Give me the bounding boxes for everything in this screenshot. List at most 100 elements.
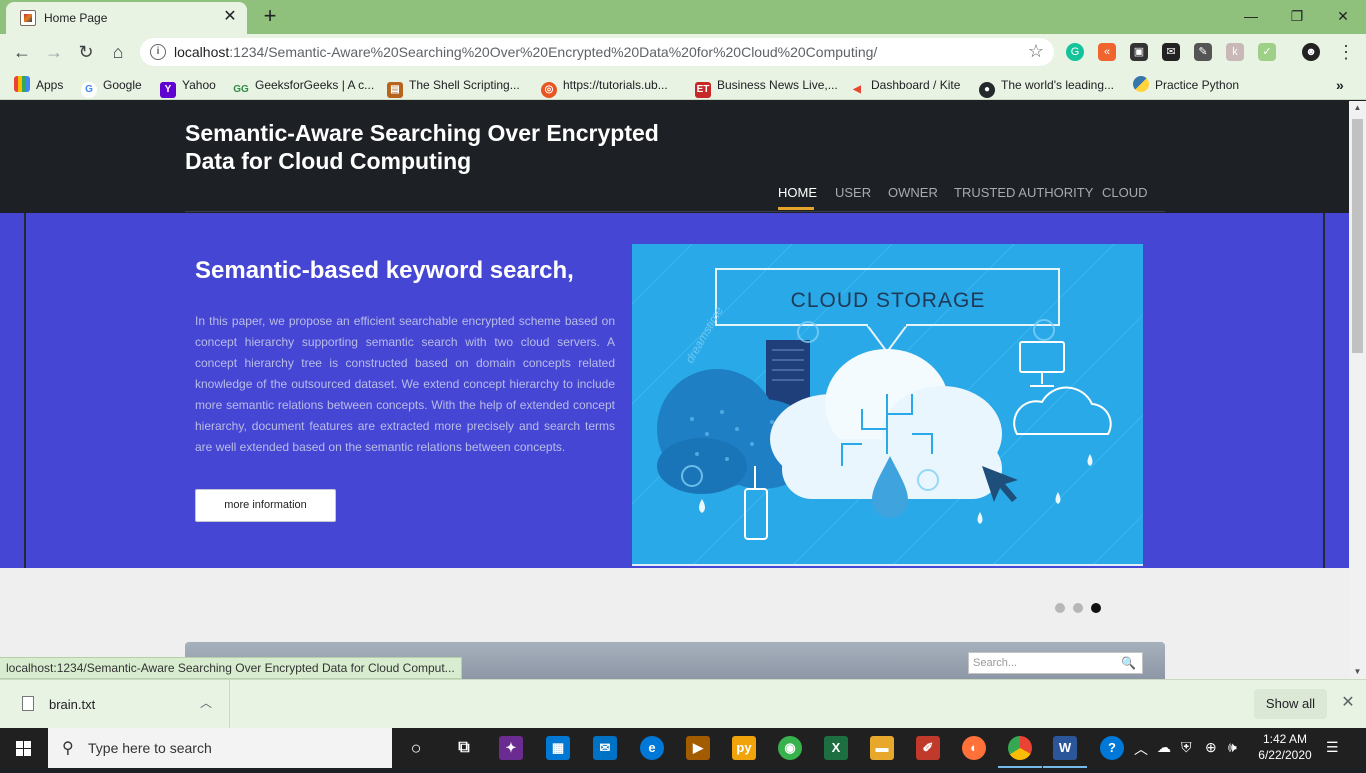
scrollbar-thumb[interactable] xyxy=(1352,119,1363,353)
windows-taskbar: ⚲ Type here to search ○ ⧉ ✦ ▦ ✉ e ▶ py ◉… xyxy=(0,728,1366,768)
google-icon: G xyxy=(81,82,97,98)
address-bar[interactable]: i localhost:1234/Semantic-Aware%20Search… xyxy=(140,38,1054,66)
mail-icon[interactable]: ✉ xyxy=(593,736,617,760)
bookmark-tutorials-ubuntu[interactable]: ◎ https://tutorials.ub... xyxy=(541,76,668,98)
hero-right-border xyxy=(1323,213,1325,568)
shell-scripting-icon: ▤ xyxy=(387,82,403,98)
extension-orange-icon[interactable]: « xyxy=(1098,43,1116,61)
tab-close-icon[interactable]: ✕ xyxy=(221,8,239,26)
windows-logo-icon xyxy=(16,741,31,756)
address-url[interactable]: localhost:1234/Semantic-Aware%20Searchin… xyxy=(174,44,877,60)
slider-dot-2[interactable] xyxy=(1073,603,1083,613)
extension-mail-icon[interactable]: ✉ xyxy=(1162,43,1180,61)
help-icon[interactable]: ? xyxy=(1100,736,1124,760)
bookmark-business-news[interactable]: ET Business News Live,... xyxy=(695,76,838,98)
hero-heading: Semantic-based keyword search, xyxy=(195,257,574,284)
slider-dot-3-active[interactable] xyxy=(1091,603,1101,613)
ubuntu-icon: ◎ xyxy=(541,82,557,98)
bookmark-practice-python[interactable]: Practice Python xyxy=(1133,76,1239,94)
search-icon[interactable]: 🔍 xyxy=(1121,653,1136,673)
excel-icon[interactable]: X xyxy=(824,736,848,760)
store-icon[interactable]: ▦ xyxy=(546,736,570,760)
extension-tools-icon[interactable]: ✎ xyxy=(1194,43,1212,61)
nav-user[interactable]: USER xyxy=(835,185,871,200)
profile-avatar[interactable]: ☻ xyxy=(1302,43,1320,61)
bookmark-github[interactable]: ● The world's leading... xyxy=(979,76,1114,98)
bookmark-star-icon[interactable]: ☆ xyxy=(1028,41,1044,62)
system-clock[interactable]: 1:42 AM 6/22/2020 xyxy=(1252,731,1318,763)
nav-trusted-authority[interactable]: TRUSTED AUTHORITY xyxy=(954,185,1093,200)
edge-icon[interactable]: e xyxy=(640,736,664,760)
show-all-downloads-button[interactable]: Show all xyxy=(1254,689,1327,719)
download-item[interactable]: brain.txt ︿ xyxy=(0,680,230,728)
search-icon: ⚲ xyxy=(62,740,74,757)
site-info-icon[interactable]: i xyxy=(150,44,166,60)
hero-left-border xyxy=(24,213,26,568)
windows-start-button[interactable] xyxy=(0,728,48,768)
scroll-up-arrow-icon[interactable]: ▲ xyxy=(1349,101,1366,115)
github-icon: ● xyxy=(979,82,995,98)
chrome-icon[interactable] xyxy=(998,736,1042,768)
extension-check-icon[interactable]: ✓ xyxy=(1258,43,1276,61)
bookmarks-overflow-chevron-icon[interactable]: » xyxy=(1336,76,1344,94)
bookmark-yahoo[interactable]: Y Yahoo xyxy=(160,76,216,98)
firefox-icon[interactable]: ◐ xyxy=(962,736,986,760)
task-view-icon[interactable]: ⧉ xyxy=(452,736,476,760)
page-favicon-icon xyxy=(20,10,36,26)
hero-description: In this paper, we propose an efficient s… xyxy=(195,314,615,454)
tab-title: Home Page xyxy=(44,11,108,25)
active-nav-indicator xyxy=(778,207,814,210)
pycharm-icon[interactable]: ◉ xyxy=(778,736,802,760)
visual-studio-icon[interactable]: ✦ xyxy=(499,736,523,760)
bookmark-kite-dashboard[interactable]: ◀ Dashboard / Kite xyxy=(849,76,960,95)
nav-home[interactable]: HOME xyxy=(778,185,817,200)
security-shield-icon[interactable]: ⛨ xyxy=(1181,739,1192,756)
apps-grid-icon xyxy=(14,76,30,92)
taskbar-search-box[interactable]: ⚲ Type here to search xyxy=(48,728,392,768)
window-restore-button[interactable]: ❐ xyxy=(1274,4,1320,28)
volume-icon[interactable]: 🕪 xyxy=(1228,739,1237,756)
home-icon[interactable]: ⌂ xyxy=(106,40,130,64)
bookmark-google[interactable]: G Google xyxy=(81,76,142,98)
chevron-up-icon[interactable]: ︿ xyxy=(200,694,212,711)
window-close-button[interactable]: ✕ xyxy=(1320,4,1366,28)
extension-box-icon[interactable]: ▣ xyxy=(1130,43,1148,61)
bookmark-shell-scripting[interactable]: ▤ The Shell Scripting... xyxy=(387,76,520,98)
economic-times-icon: ET xyxy=(695,82,711,98)
media-player-icon[interactable]: ▶ xyxy=(686,736,710,760)
tray-overflow-chevron-icon[interactable]: ︿ xyxy=(1134,739,1148,759)
bookmark-geeksforgeeks[interactable]: GG GeeksforGeeks | A c... xyxy=(233,76,374,95)
geeksforgeeks-icon: GG xyxy=(233,84,249,95)
python-icon xyxy=(1133,76,1149,92)
kite-icon: ◀ xyxy=(853,84,861,95)
reload-icon[interactable]: ↻ xyxy=(74,40,98,64)
word-icon[interactable]: W xyxy=(1043,736,1087,768)
grammarly-extension-icon[interactable]: G xyxy=(1066,43,1084,61)
new-tab-button[interactable]: + xyxy=(258,5,282,29)
paint-icon[interactable]: ✐ xyxy=(916,736,940,760)
site-search-input[interactable]: Search... 🔍 xyxy=(968,652,1143,674)
page-scrollbar[interactable]: ▲ ▼ xyxy=(1349,101,1366,679)
window-minimize-button[interactable]: — xyxy=(1228,4,1274,28)
image-caption: CLOUD STORAGE xyxy=(791,289,986,312)
browser-tab-home-page[interactable]: Home Page ✕ xyxy=(6,2,247,34)
python-idle-icon[interactable]: py xyxy=(732,736,756,760)
nav-cloud[interactable]: CLOUD xyxy=(1102,185,1148,200)
bookmark-apps[interactable]: Apps xyxy=(14,76,63,94)
download-file-name[interactable]: brain.txt xyxy=(49,697,95,712)
network-globe-icon[interactable]: ⊕ xyxy=(1205,739,1217,756)
extension-k-icon[interactable]: k xyxy=(1226,43,1244,61)
file-explorer-icon[interactable]: ▬ xyxy=(870,736,894,760)
onedrive-icon[interactable]: ☁ xyxy=(1157,739,1171,756)
slider-dot-1[interactable] xyxy=(1055,603,1065,613)
more-information-button[interactable]: more information xyxy=(195,489,336,522)
site-header: Semantic-Aware Searching Over Encrypted … xyxy=(0,101,1349,213)
chrome-menu-icon[interactable]: ⋮ xyxy=(1334,40,1358,64)
cortana-icon[interactable]: ○ xyxy=(404,736,428,760)
scroll-down-arrow-icon[interactable]: ▼ xyxy=(1349,665,1366,679)
forward-arrow-icon[interactable]: → xyxy=(42,40,66,64)
back-arrow-icon[interactable]: ← xyxy=(10,40,34,64)
notifications-icon[interactable]: ☰ xyxy=(1326,739,1339,756)
nav-owner[interactable]: OWNER xyxy=(888,185,938,200)
close-shelf-icon[interactable]: ✕ xyxy=(1338,693,1358,713)
